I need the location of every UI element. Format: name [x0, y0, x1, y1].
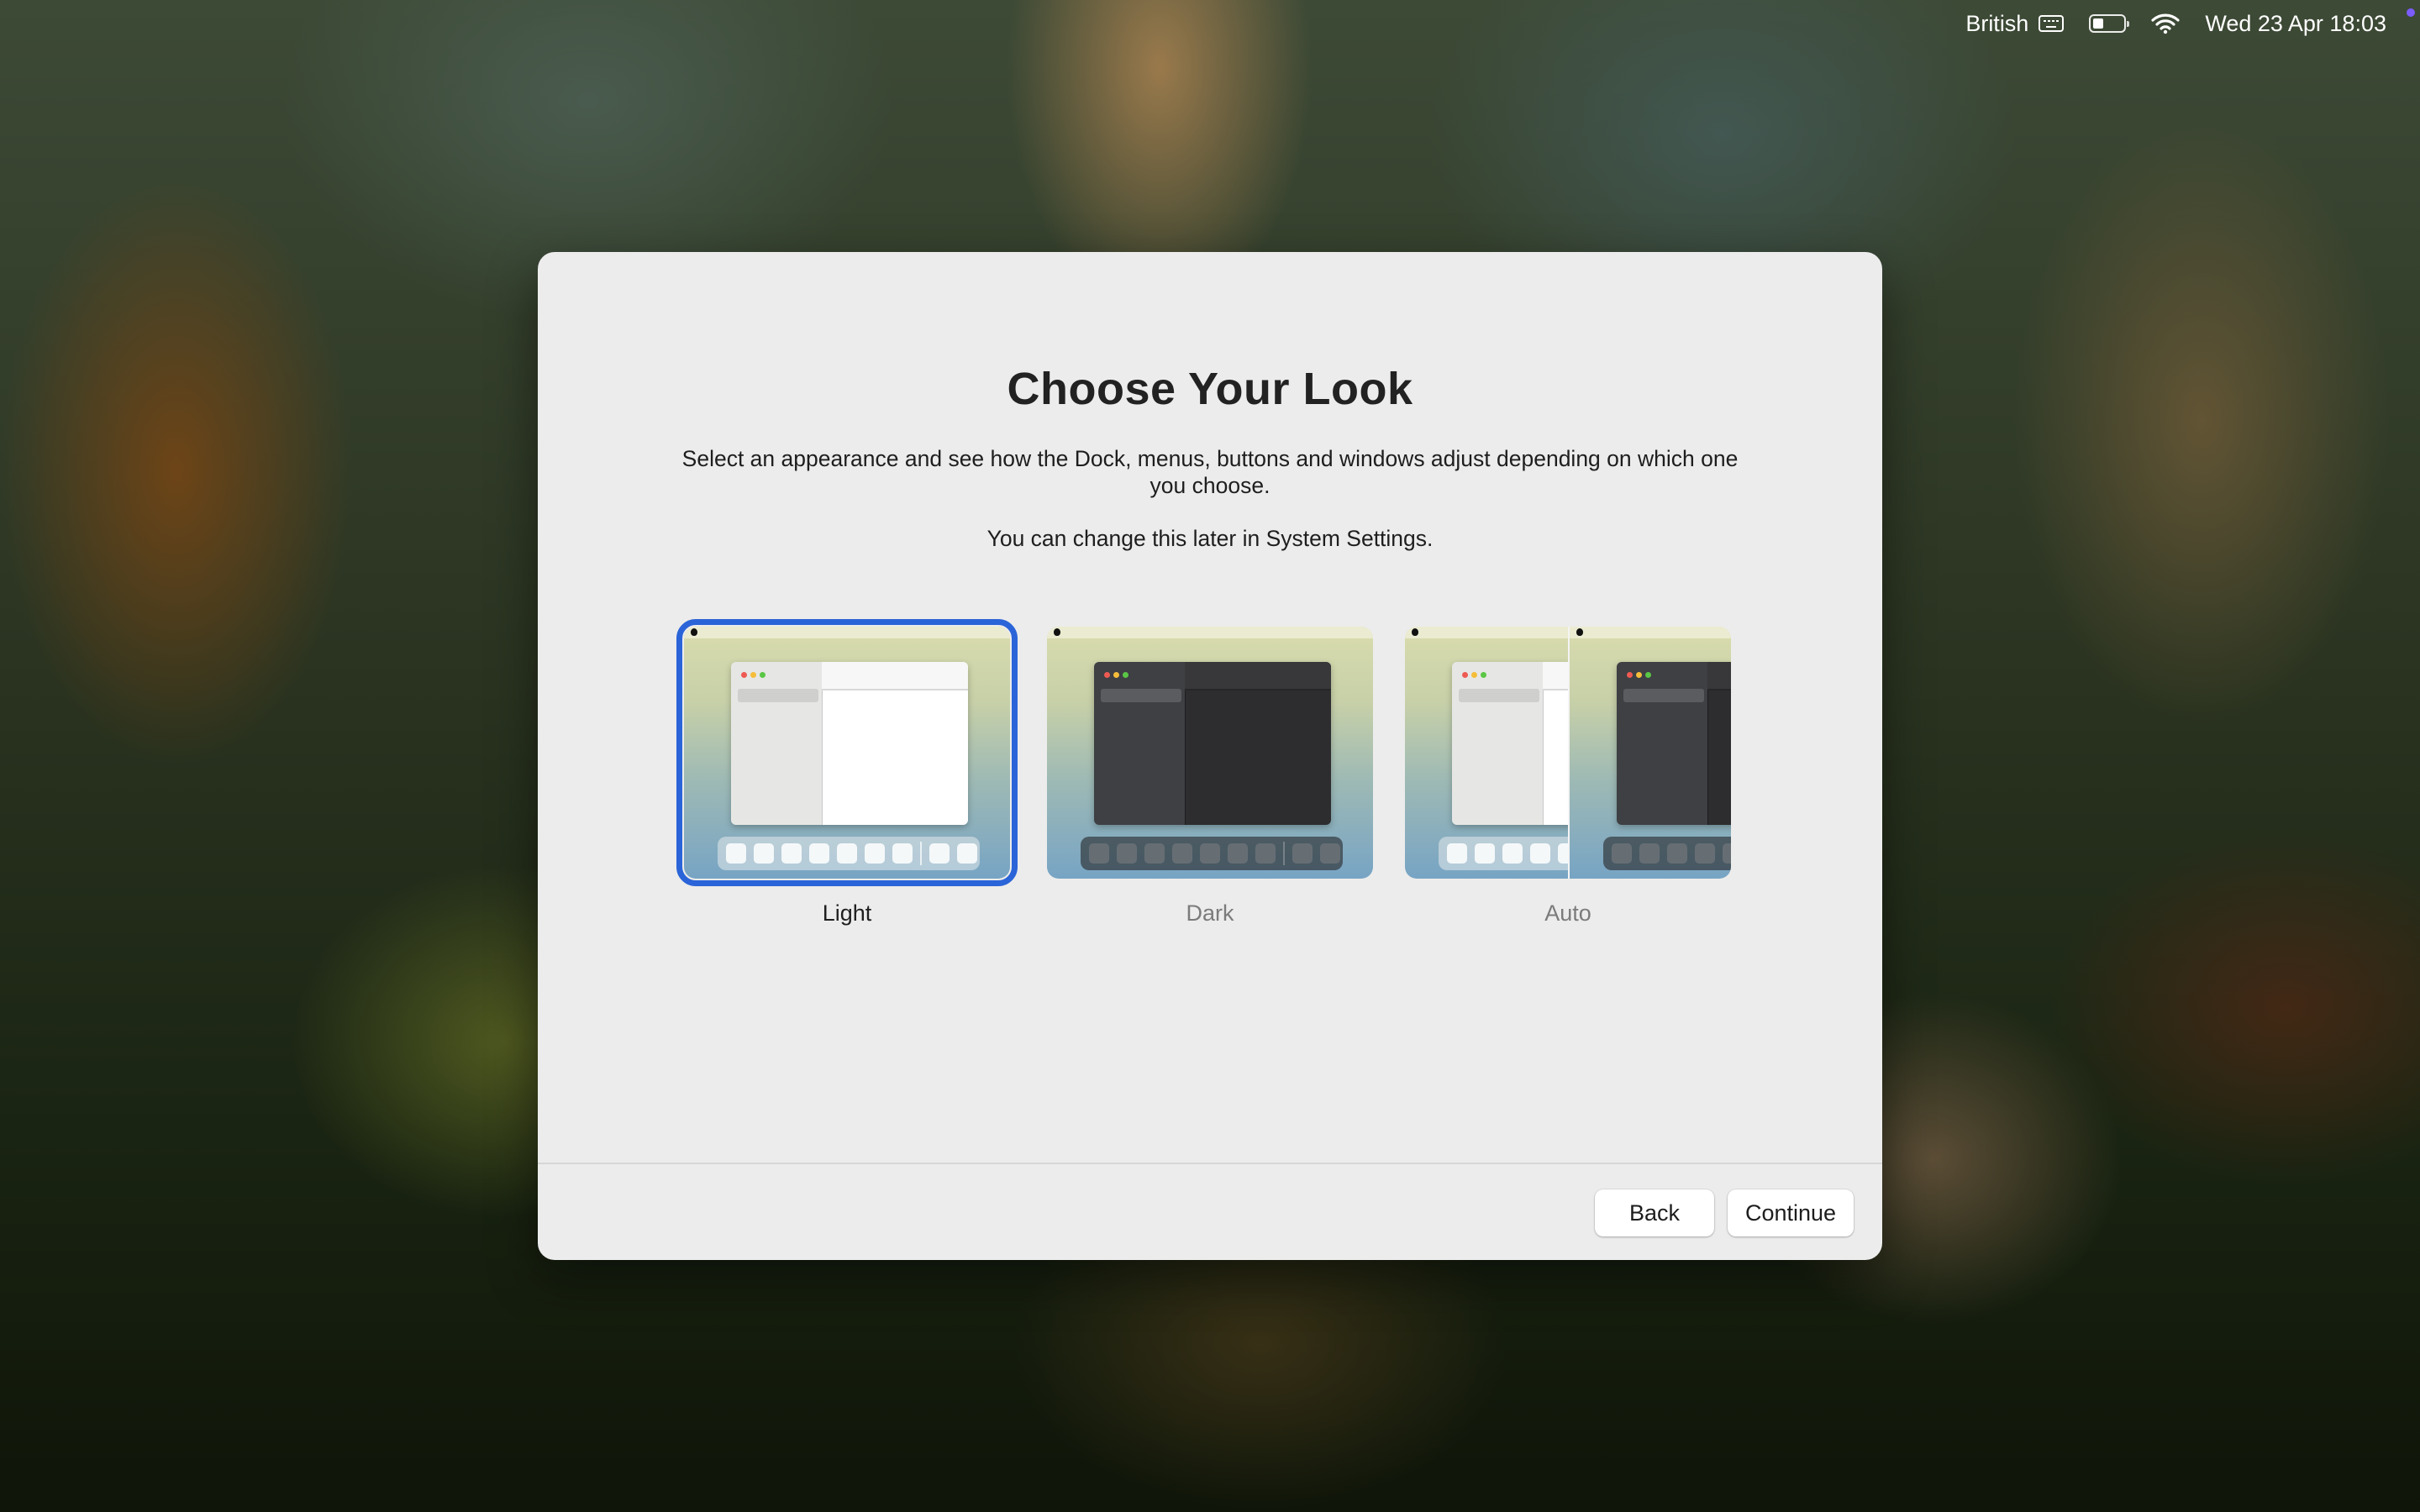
keyboard-icon [2039, 15, 2065, 32]
thumbnail-dock [1081, 837, 1343, 870]
traffic-lights-icon [1627, 672, 1651, 678]
appearance-label-dark: Dark [1186, 900, 1234, 926]
thumbnail-dock [718, 837, 980, 870]
thumbnail-window-sidebar [1094, 662, 1185, 825]
page-title: Choose Your Look [1007, 364, 1413, 414]
appearance-thumbnail-light[interactable] [676, 619, 1018, 886]
thumbnail-window-sidebar [731, 662, 822, 825]
appearance-label-light: Light [822, 900, 872, 926]
appearance-thumbnail-dark[interactable] [1047, 627, 1373, 879]
thumbnail-sidebar-item [1623, 689, 1704, 702]
battery-menu[interactable] [2089, 14, 2130, 33]
thumbnail-sidebar-item [738, 689, 818, 702]
privacy-indicator-dot [2407, 8, 2415, 17]
apple-logo-icon [1412, 628, 1418, 636]
page-description: Select an appearance and see how the Doc… [681, 446, 1739, 498]
clock-menu[interactable]: Wed 23 Apr 18:03 [2205, 11, 2386, 37]
thumbnail-window [1452, 662, 1568, 825]
input-source-label: British [1965, 10, 2029, 36]
thumbnail-window-toolbar [1707, 662, 1731, 690]
thumbnail-dock [1603, 837, 1731, 870]
thumbnail-window-toolbar [1185, 662, 1331, 690]
wifi-icon [2151, 13, 2180, 34]
thumbnail-menubar [1570, 627, 1731, 638]
thumbnail-window-toolbar [822, 662, 968, 690]
thumbnail-window-sidebar [1452, 662, 1543, 825]
thumbnail-window [1617, 662, 1731, 825]
menu-bar: British Wed 23 Apr 18:03 [1940, 0, 2420, 47]
apple-logo-icon [1576, 628, 1583, 636]
battery-icon [2089, 14, 2130, 33]
appearance-options: Light Dark Auto [538, 619, 1882, 937]
thumbnail-menubar [1405, 627, 1568, 638]
wifi-menu[interactable] [2151, 13, 2180, 34]
traffic-lights-icon [1462, 672, 1486, 678]
thumbnail-menubar [1047, 627, 1373, 638]
traffic-lights-icon [741, 672, 765, 678]
thumbnail-sidebar-item [1101, 689, 1181, 702]
continue-button[interactable]: Continue [1728, 1189, 1854, 1236]
thumbnail-dock [1439, 837, 1568, 870]
appearance-thumbnail-auto[interactable] [1405, 627, 1731, 879]
thumbnail-window [1094, 662, 1331, 825]
footer-divider [538, 1163, 1882, 1164]
input-source-menu[interactable]: British [1965, 10, 2065, 37]
thumbnail-dark-half [1570, 627, 1731, 879]
thumbnail-menubar [684, 627, 1010, 638]
apple-logo-icon [1054, 628, 1060, 636]
appearance-label-auto: Auto [1544, 900, 1591, 926]
thumbnail-window-sidebar [1617, 662, 1707, 825]
setup-assistant-dialog: Choose Your Look Select an appearance an… [538, 252, 1882, 1260]
thumbnail-light-half [1405, 627, 1568, 879]
thumbnail-sidebar-item [1459, 689, 1539, 702]
traffic-lights-icon [1104, 672, 1128, 678]
thumbnail-window-toolbar [1543, 662, 1568, 690]
apple-logo-icon [691, 628, 697, 636]
thumbnail-window [731, 662, 968, 825]
page-note: You can change this later in System Sett… [986, 526, 1434, 551]
back-button[interactable]: Back [1595, 1189, 1714, 1236]
menubar-datetime: Wed 23 Apr 18:03 [2205, 10, 2386, 36]
